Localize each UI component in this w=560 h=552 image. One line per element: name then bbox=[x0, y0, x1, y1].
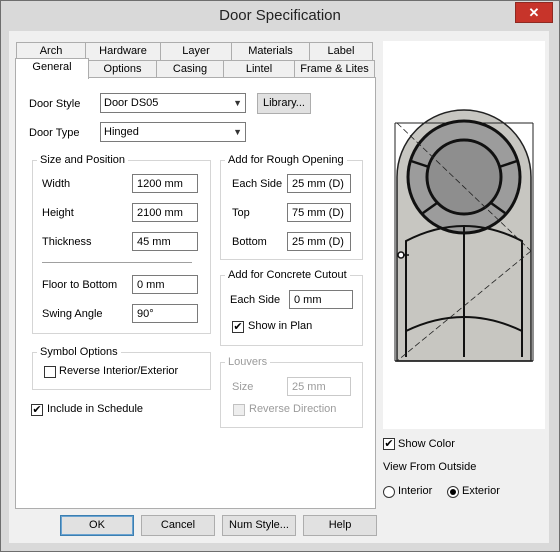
tab-label: Layer bbox=[182, 45, 210, 57]
louver-size-label: Size bbox=[232, 381, 254, 393]
interior-label: Interior bbox=[398, 485, 433, 497]
rough-top-input[interactable]: 75 mm (D) bbox=[287, 203, 351, 222]
rough-top-label: Top bbox=[232, 207, 250, 219]
tab-label: Frame & Lites bbox=[300, 63, 369, 75]
dialog-client-area: Arch Hardware Layer Materials Label Gene… bbox=[9, 31, 549, 543]
reverse-interior-exterior-label: Reverse Interior/Exterior bbox=[59, 365, 179, 377]
width-input[interactable]: 1200 mm bbox=[132, 174, 198, 193]
library-button[interactable]: Library... bbox=[257, 93, 311, 114]
exterior-label: Exterior bbox=[462, 485, 500, 497]
tab-label: Casing bbox=[172, 63, 208, 75]
door-type-label: Door Type bbox=[29, 127, 80, 139]
tab-frame-lites[interactable]: Frame & Lites bbox=[294, 60, 375, 78]
exterior-radio[interactable] bbox=[447, 486, 459, 498]
include-in-schedule-checkbox[interactable]: ✔ bbox=[31, 404, 43, 416]
symbol-options-group: Symbol Options Reverse Interior/Exterior bbox=[32, 346, 211, 390]
thickness-input[interactable]: 45 mm bbox=[132, 232, 198, 251]
tab-label: Hardware bbox=[99, 45, 147, 57]
reverse-direction-checkbox[interactable] bbox=[233, 404, 245, 416]
size-position-group: Size and Position Width 1200 mm Height 2… bbox=[32, 154, 211, 334]
door-type-value: Hinged bbox=[104, 126, 139, 138]
radio-selected-dot bbox=[450, 489, 456, 495]
close-button[interactable]: ✕ bbox=[515, 2, 553, 23]
door-style-value: Door DS05 bbox=[104, 97, 159, 109]
tab-label: Lintel bbox=[245, 63, 273, 75]
tab-options[interactable]: Options bbox=[88, 60, 157, 78]
general-tab-panel: Door Style Door DS05 ▼ Library... Door T… bbox=[15, 77, 376, 509]
cancel-button[interactable]: Cancel bbox=[141, 515, 215, 536]
tab-label: Materials bbox=[248, 45, 293, 57]
show-color-label: Show Color bbox=[398, 438, 455, 450]
tab-materials[interactable]: Materials bbox=[231, 42, 310, 60]
swing-angle-label: Swing Angle bbox=[42, 308, 103, 320]
cutout-each-side-input[interactable]: 0 mm bbox=[289, 290, 353, 309]
door-drawing bbox=[394, 109, 534, 362]
rough-opening-group: Add for Rough Opening Each Side 25 mm (D… bbox=[220, 154, 363, 260]
door-type-select[interactable]: Hinged ▼ bbox=[100, 122, 246, 142]
reverse-direction-label: Reverse Direction bbox=[249, 403, 337, 415]
show-in-plan-label: Show in Plan bbox=[248, 320, 313, 332]
chevron-down-icon: ▼ bbox=[233, 98, 242, 108]
num-style-button[interactable]: Num Style... bbox=[222, 515, 296, 536]
tab-layer[interactable]: Layer bbox=[160, 42, 232, 60]
swing-angle-input[interactable]: 90° bbox=[132, 304, 198, 323]
height-input[interactable]: 2100 mm bbox=[132, 203, 198, 222]
tab-hardware[interactable]: Hardware bbox=[85, 42, 161, 60]
floor-to-bottom-input[interactable]: 0 mm bbox=[132, 275, 198, 294]
interior-radio[interactable] bbox=[383, 486, 395, 498]
width-label: Width bbox=[42, 178, 71, 190]
rough-bottom-input[interactable]: 25 mm (D) bbox=[287, 232, 351, 251]
louver-size-input[interactable]: 25 mm bbox=[287, 377, 351, 396]
rough-bottom-label: Bottom bbox=[232, 236, 267, 248]
tab-label: Options bbox=[103, 63, 142, 75]
divider bbox=[42, 262, 192, 263]
size-position-title: Size and Position bbox=[37, 154, 128, 166]
include-in-schedule-label: Include in Schedule bbox=[47, 403, 144, 415]
show-in-plan-checkbox[interactable]: ✔ bbox=[232, 321, 244, 333]
rough-opening-title: Add for Rough Opening bbox=[225, 154, 347, 166]
view-from-outside-label: View From Outside bbox=[383, 461, 477, 473]
show-color-checkbox[interactable]: ✔ bbox=[383, 438, 395, 450]
symbol-options-title: Symbol Options bbox=[37, 346, 121, 358]
chevron-down-icon: ▼ bbox=[233, 127, 242, 137]
help-button[interactable]: Help bbox=[303, 515, 377, 536]
ok-button[interactable]: OK bbox=[60, 515, 134, 536]
height-label: Height bbox=[42, 207, 74, 219]
door-preview bbox=[383, 41, 545, 429]
rough-each-side-label: Each Side bbox=[232, 178, 283, 190]
door-specification-dialog: Door Specification ✕ Arch Hardware Layer… bbox=[0, 0, 560, 552]
door-style-label: Door Style bbox=[29, 98, 81, 110]
title-bar[interactable]: Door Specification ✕ bbox=[1, 1, 559, 31]
tab-general[interactable]: General bbox=[15, 58, 89, 79]
tab-label: General bbox=[32, 61, 72, 73]
concrete-cutout-title: Add for Concrete Cutout bbox=[225, 269, 350, 281]
reverse-interior-exterior-checkbox[interactable] bbox=[44, 366, 56, 378]
thickness-label: Thickness bbox=[42, 236, 92, 248]
cutout-each-side-label: Each Side bbox=[230, 294, 281, 306]
rough-each-side-input[interactable]: 25 mm (D) bbox=[287, 174, 351, 193]
door-style-select[interactable]: Door DS05 ▼ bbox=[100, 93, 246, 113]
tab-casing[interactable]: Casing bbox=[156, 60, 224, 78]
louvers-group: Louvers Size 25 mm Reverse Direction bbox=[220, 356, 363, 428]
louvers-title: Louvers bbox=[225, 356, 271, 368]
tab-label-text: Label bbox=[327, 45, 355, 57]
concrete-cutout-group: Add for Concrete Cutout Each Side 0 mm ✔… bbox=[220, 269, 363, 346]
tab-label[interactable]: Label bbox=[309, 42, 373, 60]
window-title: Door Specification bbox=[219, 7, 341, 24]
tab-label: Arch bbox=[39, 45, 63, 57]
tab-lintel[interactable]: Lintel bbox=[223, 60, 295, 78]
floor-to-bottom-label: Floor to Bottom bbox=[42, 279, 118, 291]
